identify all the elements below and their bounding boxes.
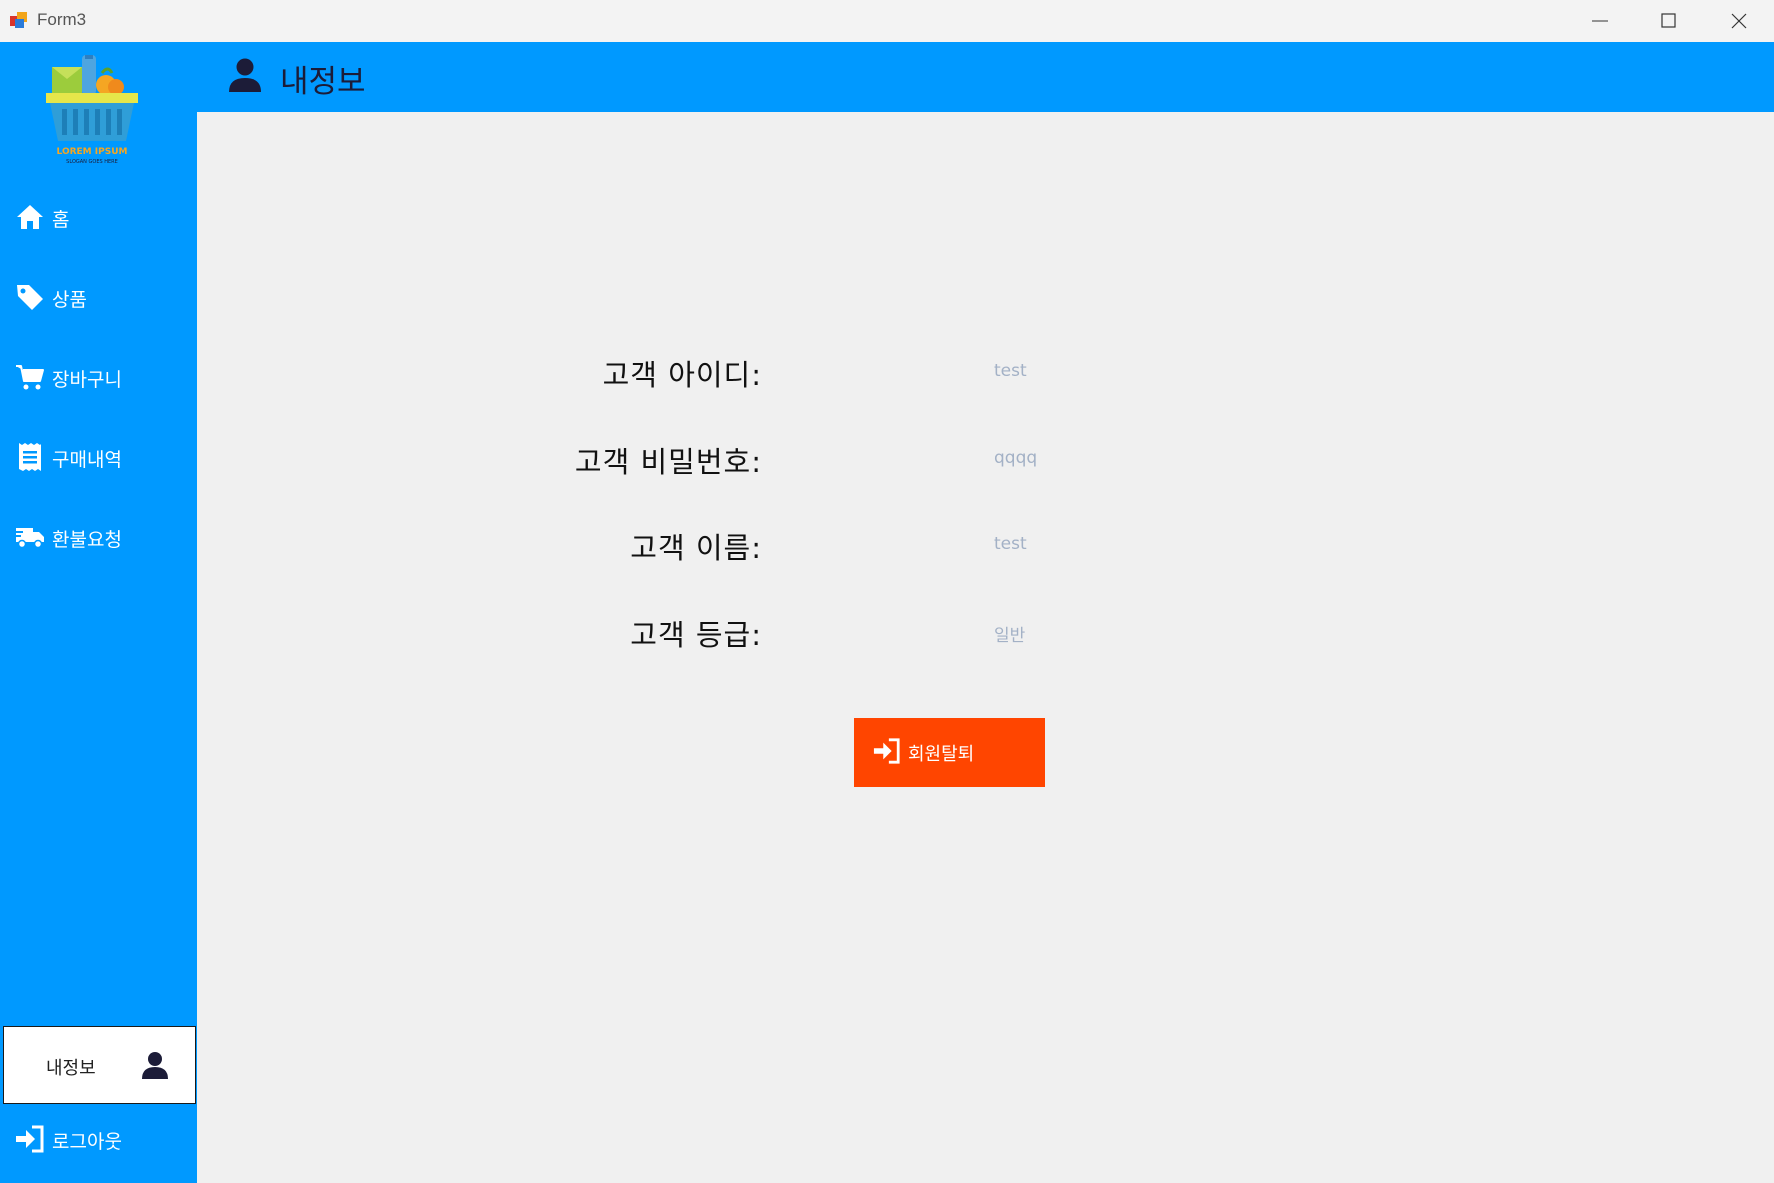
sidebar-item-label: 구매내역	[52, 449, 122, 471]
user-icon	[229, 58, 261, 92]
truck-icon	[15, 528, 44, 549]
sidebar-item-label: 상품	[52, 289, 87, 311]
sign-in-icon	[16, 1125, 44, 1153]
minimize-button[interactable]	[1565, 0, 1635, 42]
home-icon	[17, 205, 43, 229]
logo-text: LOREM IPSUM	[57, 147, 128, 157]
sidebar-item-label: 환불요청	[52, 529, 122, 551]
sign-in-icon	[873, 738, 900, 764]
minimize-icon	[1592, 20, 1608, 22]
receipt-icon	[19, 443, 41, 471]
customer-grade-value: 일반	[994, 626, 1026, 646]
tag-icon	[17, 285, 43, 310]
sidebar-item-logout[interactable]: 로그아웃	[0, 1109, 197, 1169]
customer-password-label: 고객 비밀번호:	[574, 445, 762, 479]
sidebar-item-home[interactable]: 홈	[0, 187, 197, 247]
sidebar-item-label: 홈	[52, 209, 70, 231]
window-title: Form3	[37, 10, 87, 29]
sidebar-item-label: 내정보	[46, 1058, 96, 1079]
title-bar: Form3	[0, 0, 1774, 43]
sidebar-item-profile[interactable]: 내정보	[3, 1026, 196, 1104]
maximize-icon	[1661, 13, 1676, 28]
sidebar-item-refund[interactable]: 환불요청	[0, 507, 197, 567]
sidebar-item-label: 로그아웃	[52, 1131, 122, 1153]
app-icon	[10, 12, 27, 28]
cart-icon	[16, 365, 44, 390]
sidebar-item-label: 장바구니	[52, 369, 122, 391]
withdraw-membership-button[interactable]: 회원탈퇴	[854, 718, 1045, 787]
customer-name-value: test	[994, 534, 1027, 554]
customer-password-value: qqqq	[994, 448, 1038, 468]
close-button[interactable]	[1704, 0, 1774, 42]
customer-id-label: 고객 아이디:	[602, 358, 762, 392]
customer-id-value: test	[994, 361, 1027, 381]
page-title: 내정보	[280, 64, 366, 100]
sidebar-item-products[interactable]: 상품	[0, 267, 197, 327]
logo: LOREM IPSUM SLOGAN GOES HERE	[46, 55, 138, 165]
sidebar: LOREM IPSUM SLOGAN GOES HERE 홈 상품 장바구니 구…	[0, 42, 197, 1183]
user-icon	[142, 1052, 168, 1079]
withdraw-button-label: 회원탈퇴	[908, 744, 975, 765]
sidebar-item-cart[interactable]: 장바구니	[0, 347, 197, 407]
main-content: 고객 아이디: test 고객 비밀번호: qqqq 고객 이름: test 고…	[197, 112, 1774, 1183]
logo-slogan: SLOGAN GOES HERE	[66, 159, 118, 165]
close-icon	[1731, 13, 1747, 29]
maximize-button[interactable]	[1634, 0, 1704, 42]
sidebar-item-history[interactable]: 구매내역	[0, 427, 197, 487]
header: 내정보	[197, 42, 1774, 112]
customer-grade-label: 고객 등급:	[630, 618, 762, 652]
customer-name-label: 고객 이름:	[630, 531, 762, 565]
